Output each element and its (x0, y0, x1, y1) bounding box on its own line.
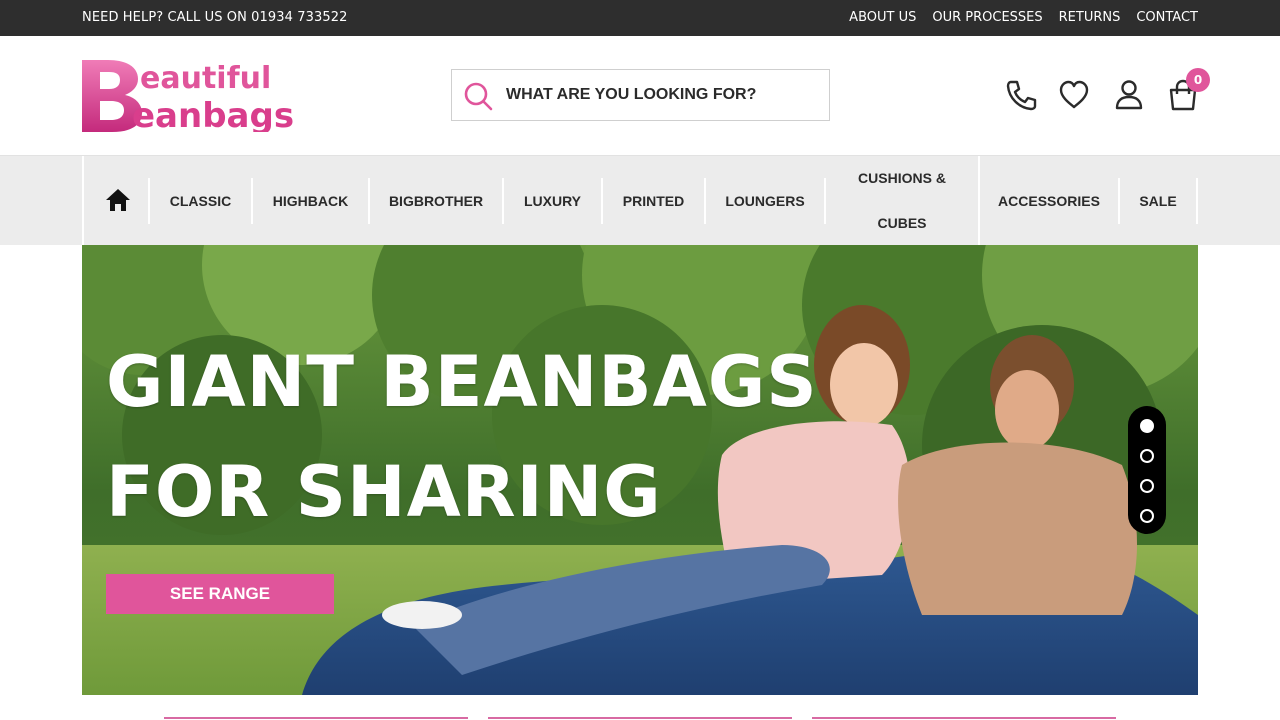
search-input[interactable] (506, 70, 824, 120)
phone-icon[interactable] (1005, 78, 1037, 112)
our-processes-link[interactable]: OUR PROCESSES (932, 0, 1042, 36)
see-range-button[interactable]: SEE RANGE (106, 574, 334, 614)
search-icon[interactable] (463, 81, 493, 111)
slide-dot-3[interactable] (1140, 479, 1154, 493)
slider-pagination (1128, 406, 1166, 534)
returns-link[interactable]: RETURNS (1059, 0, 1121, 36)
slide-dot-2[interactable] (1140, 449, 1154, 463)
hero-headline-line2: FOR SHARING (106, 451, 662, 533)
about-us-link[interactable]: ABOUT US (849, 0, 916, 36)
hero-banner: GIANT BEANBAGS FOR SHARING SEE RANGE (82, 245, 1198, 695)
logo-graphic: eautiful eanbags (82, 60, 294, 136)
contact-link[interactable]: CONTACT (1136, 0, 1198, 36)
nav-item-classic[interactable]: CLASSIC (150, 156, 251, 246)
nav-item-sale[interactable]: SALE (1120, 156, 1196, 246)
nav-item-cushions-cubes[interactable]: CUSHIONS & CUBES (826, 156, 978, 246)
nav-item-bigbrother[interactable]: BIGBROTHER (370, 156, 502, 246)
hero-headline-line1: GIANT BEANBAGS (106, 341, 818, 423)
main-nav: CLASSIC HIGHBACK BIGBROTHER LUXURY PRINT… (0, 155, 1280, 246)
cart-count-badge: 0 (1186, 68, 1210, 92)
heart-icon[interactable] (1058, 78, 1090, 112)
top-links: ABOUT US OUR PROCESSES RETURNS CONTACT (849, 0, 1198, 36)
nav-item-highback[interactable]: HIGHBACK (253, 156, 368, 246)
home-icon (106, 189, 130, 211)
nav-home[interactable] (82, 156, 150, 246)
nav-item-printed[interactable]: PRINTED (603, 156, 704, 246)
nav-item-accessories[interactable]: ACCESSORIES (980, 156, 1118, 246)
nav-item-cushions-label: CUSHIONS & (858, 170, 946, 186)
nav-item-luxury[interactable]: LUXURY (504, 156, 601, 246)
site-logo[interactable]: eautiful eanbags (82, 60, 304, 136)
user-icon[interactable] (1113, 78, 1145, 112)
top-bar: NEED HELP? CALL US ON 01934 733522 ABOUT… (0, 0, 1280, 36)
slide-dot-1[interactable] (1140, 419, 1154, 433)
nav-item-loungers[interactable]: LOUNGERS (706, 156, 824, 246)
help-phone-text: NEED HELP? CALL US ON 01934 733522 (82, 10, 348, 25)
nav-item-cubes-label: CUBES (877, 215, 927, 231)
svg-text:eanbags: eanbags (132, 96, 294, 132)
site-header: eautiful eanbags 0 (0, 36, 1280, 155)
svg-text:eautiful: eautiful (140, 61, 271, 96)
search-box[interactable] (451, 69, 830, 121)
slide-dot-4[interactable] (1140, 509, 1154, 523)
